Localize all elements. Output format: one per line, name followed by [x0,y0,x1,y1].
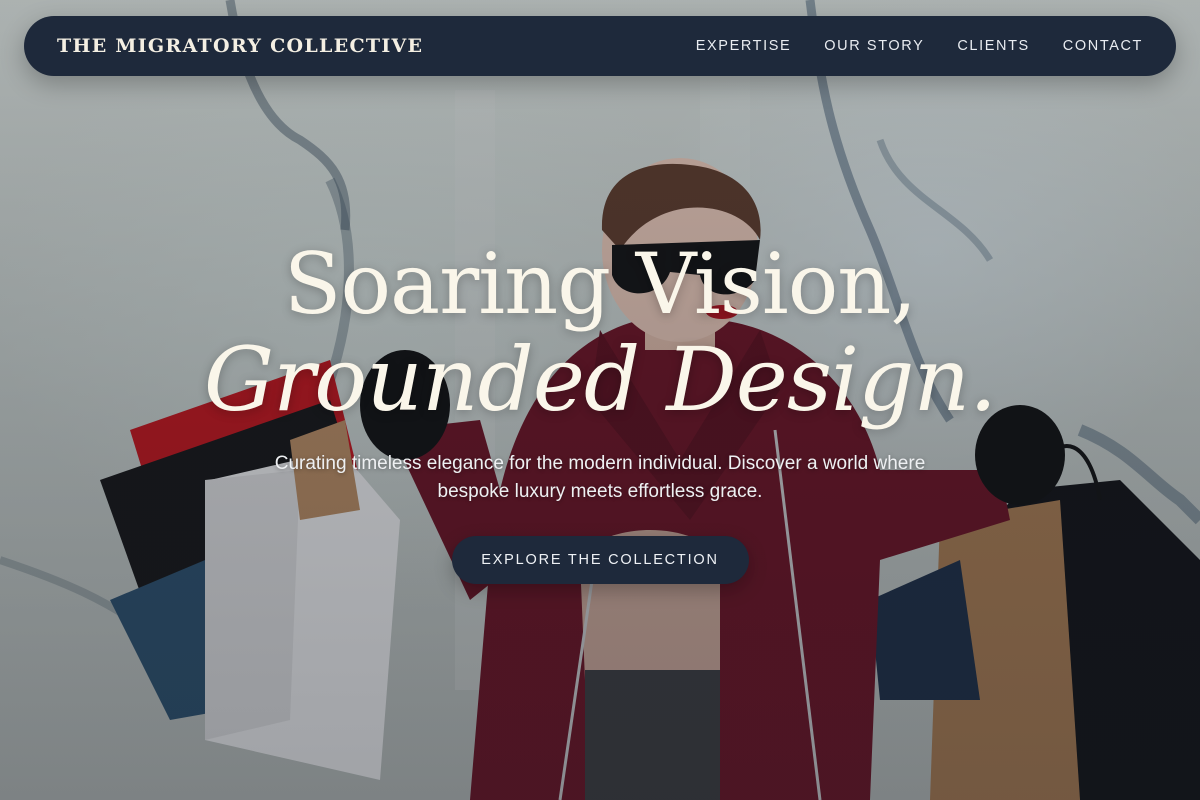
brand-logo[interactable]: THE MIGRATORY COLLECTIVE [57,35,423,57]
explore-collection-button[interactable]: EXPLORE THE COLLECTION [451,536,749,584]
hero-subtitle: Curating timeless elegance for the moder… [274,453,926,502]
hero-copy: Soaring Vision, Grounded Design. Curatin… [0,236,1200,584]
hero-section: THE MIGRATORY COLLECTIVE EXPERTISE OUR S… [0,0,1200,800]
nav-links: EXPERTISE OUR STORY CLIENTS CONTACT [696,38,1143,54]
nav-link-our-story[interactable]: OUR STORY [824,38,924,54]
nav-link-expertise[interactable]: EXPERTISE [696,38,792,54]
nav-link-contact[interactable]: CONTACT [1063,38,1143,54]
nav-link-clients[interactable]: CLIENTS [957,38,1029,54]
headline-line-1: Soaring Vision, [283,235,917,333]
headline-line-2: Grounded Design. [203,328,997,431]
top-navigation: THE MIGRATORY COLLECTIVE EXPERTISE OUR S… [24,16,1176,76]
